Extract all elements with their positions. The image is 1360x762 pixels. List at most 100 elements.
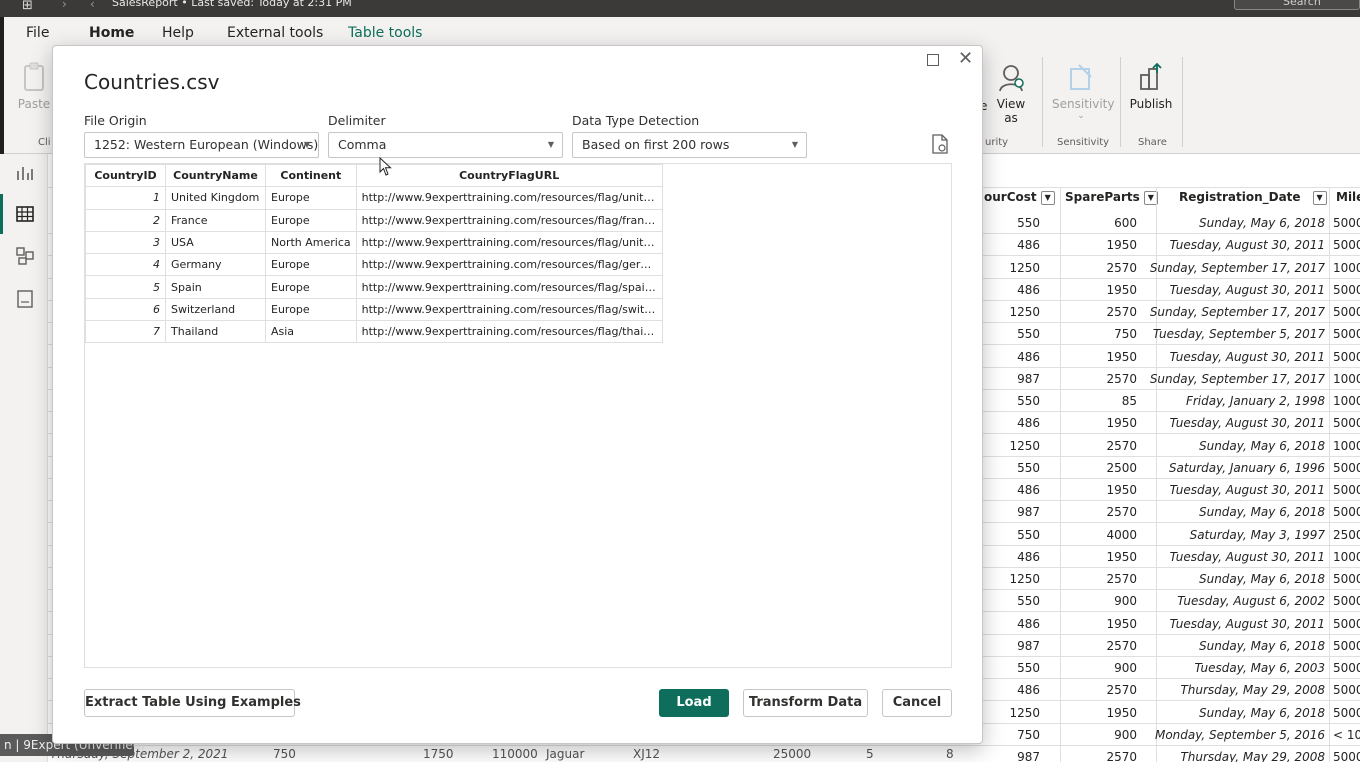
- table-cell: Sunday, May 6, 2018: [1198, 216, 1325, 230]
- table-cell: 1950: [1106, 282, 1137, 297]
- table-cell: 1950: [1106, 483, 1137, 497]
- column-header-mileage[interactable]: Mile: [1336, 190, 1360, 212]
- tab-file[interactable]: File: [26, 25, 49, 41]
- tab-help[interactable]: Help: [162, 25, 194, 41]
- filter-dropdown-icon[interactable]: ▼: [1312, 190, 1327, 205]
- table-cell: 5000: [1333, 483, 1360, 497]
- table-cell: Sunday, May 6, 2018: [1198, 505, 1325, 520]
- table-cell: Saturday, May 3, 1997: [1189, 527, 1325, 542]
- sensitivity-group-label: Sensitivity: [1057, 137, 1110, 148]
- preview-table: CountryID CountryName Continent CountryF…: [85, 163, 663, 344]
- table-cell: 486: [1017, 483, 1040, 497]
- column-header-spareparts[interactable]: SpareParts ▼: [1065, 190, 1158, 212]
- dax-query-view-icon[interactable]: [15, 289, 35, 309]
- table-cell: 2570: [1106, 371, 1137, 386]
- table-row: 3 USA North America http://www.9experttrain…: [85, 230, 663, 255]
- maximize-icon[interactable]: [927, 54, 939, 66]
- table-cell: 5000: [1333, 216, 1360, 230]
- table-cell: 2570: [1106, 638, 1137, 653]
- column-header-labourcost[interactable]: ourCost ▼: [984, 190, 1055, 212]
- forward-arrow-icon[interactable]: ‹: [90, 0, 95, 11]
- table-cell: 1250: [1009, 305, 1040, 319]
- view-as-icon: [999, 65, 1024, 92]
- ribbon-separator: [1120, 57, 1121, 147]
- table-cell: 5000: [1333, 661, 1360, 675]
- table-row: 2 France Europe http://www.9experttraining.…: [85, 208, 663, 232]
- table-cell: 600: [1114, 216, 1137, 230]
- tab-table-tools[interactable]: Table tools: [348, 25, 422, 41]
- table-cell: 987: [1017, 750, 1040, 762]
- table-cell: Sunday, May 6, 2018: [1198, 438, 1325, 453]
- table-cell: 900: [1114, 594, 1137, 609]
- table-cell: 1250: [1009, 572, 1040, 586]
- file-origin-select[interactable]: 1252: Western European (Windows) ▼: [84, 132, 319, 158]
- data-type-detection-select[interactable]: Based on first 200 rows ▼: [572, 132, 807, 158]
- tab-home[interactable]: Home: [89, 25, 134, 41]
- table-cell: 1250: [1009, 438, 1040, 453]
- table-cell: Tuesday, May 6, 2003: [1194, 661, 1325, 675]
- table-cell: 550: [1017, 661, 1040, 675]
- preview-header-row: CountryID CountryName Continent CountryF…: [85, 163, 663, 188]
- column-header: CountryName: [165, 163, 266, 188]
- model-view-icon[interactable]: [15, 246, 35, 266]
- table-view-icon[interactable]: [15, 204, 35, 224]
- app-menu-icon[interactable]: ⊞: [22, 0, 33, 13]
- table-cell: 1950: [1106, 549, 1137, 564]
- clipboard-group-label: Cli: [38, 137, 51, 148]
- table-cell: Tuesday, August 30, 2011: [1169, 616, 1325, 631]
- table-cell: 1000: [1333, 371, 1360, 386]
- table-cell: 1000: [1333, 394, 1360, 408]
- table-cell: 486: [1017, 683, 1040, 698]
- filter-dropdown-icon[interactable]: ▼: [1040, 190, 1055, 205]
- table-cell: 486: [1017, 349, 1040, 364]
- table-row: 6 Switzerland Europe http://www.9experttrai…: [85, 297, 663, 322]
- view-as-button[interactable]: View as: [992, 61, 1030, 125]
- cancel-button[interactable]: Cancel: [882, 689, 952, 717]
- table-cell: 5000: [1333, 750, 1360, 762]
- title-bar: ⊞ › ‹ SalesReport • Last saved: Today at…: [0, 0, 1360, 17]
- publish-icon: [1140, 62, 1162, 90]
- table-cell: Sunday, May 6, 2018: [1198, 638, 1325, 653]
- csv-import-dialog: Countries.csv ✕ File Origin 1252: Wester…: [52, 45, 983, 744]
- table-cell: 5000: [1333, 683, 1360, 698]
- chevron-down-icon: ▼: [303, 140, 310, 149]
- close-icon[interactable]: ✕: [958, 49, 973, 69]
- refresh-preview-icon[interactable]: [931, 134, 949, 154]
- security-group-label: urity: [985, 137, 1009, 148]
- paste-button[interactable]: Paste: [14, 61, 54, 111]
- table-cell: 4000: [1106, 527, 1137, 542]
- file-origin-label: File Origin: [84, 113, 147, 128]
- table-cell: 987: [1017, 638, 1040, 653]
- tab-external-tools[interactable]: External tools: [227, 25, 323, 41]
- search-box[interactable]: Search: [1234, 0, 1360, 10]
- sensitivity-button[interactable]: Sensitivity ⌄: [1052, 61, 1114, 121]
- extract-table-button[interactable]: Extract Table Using Examples: [84, 689, 301, 717]
- table-row: 7 Thailand Asia http://www.9experttraining.…: [85, 320, 663, 344]
- table-cell: 5000: [1333, 705, 1360, 720]
- table-cell: 486: [1017, 616, 1040, 631]
- chevron-down-icon: ▼: [547, 140, 554, 149]
- table-row: 1 United Kingdom Europe http://www.9expertt…: [85, 186, 663, 210]
- load-button[interactable]: Load: [659, 689, 729, 717]
- table-cell: 2500: [1106, 460, 1137, 475]
- table-cell: 5000: [1333, 305, 1360, 319]
- transform-data-button[interactable]: Transform Data: [743, 689, 868, 717]
- report-view-icon[interactable]: [15, 163, 35, 183]
- publish-button[interactable]: Publish: [1128, 61, 1174, 111]
- table-cell: Saturday, January 6, 1996: [1168, 460, 1325, 475]
- column-header-registration-date[interactable]: Registration_Date ▼: [1179, 190, 1327, 212]
- table-cell: 1950: [1106, 238, 1137, 253]
- table-cell: Tuesday, September 5, 2017: [1152, 327, 1325, 342]
- table-cell: Tuesday, August 6, 2002: [1177, 594, 1325, 609]
- table-cell: 5000: [1333, 282, 1360, 297]
- delimiter-select[interactable]: Comma ▼: [328, 132, 563, 158]
- table-cell: 486: [1017, 282, 1040, 297]
- table-row: 5 Spain Europe http://www.9experttraining.c…: [85, 275, 663, 299]
- table-cell: 1250: [1009, 260, 1040, 275]
- table-row: 4 Germany Europe http://www.9experttraining…: [85, 253, 663, 277]
- table-cell: 550: [1017, 394, 1040, 408]
- column-header: CountryID: [85, 163, 166, 188]
- share-group-label: Share: [1138, 137, 1167, 148]
- table-cell: Tuesday, August 30, 2011: [1169, 282, 1325, 297]
- back-arrow-icon[interactable]: ›: [62, 0, 67, 11]
